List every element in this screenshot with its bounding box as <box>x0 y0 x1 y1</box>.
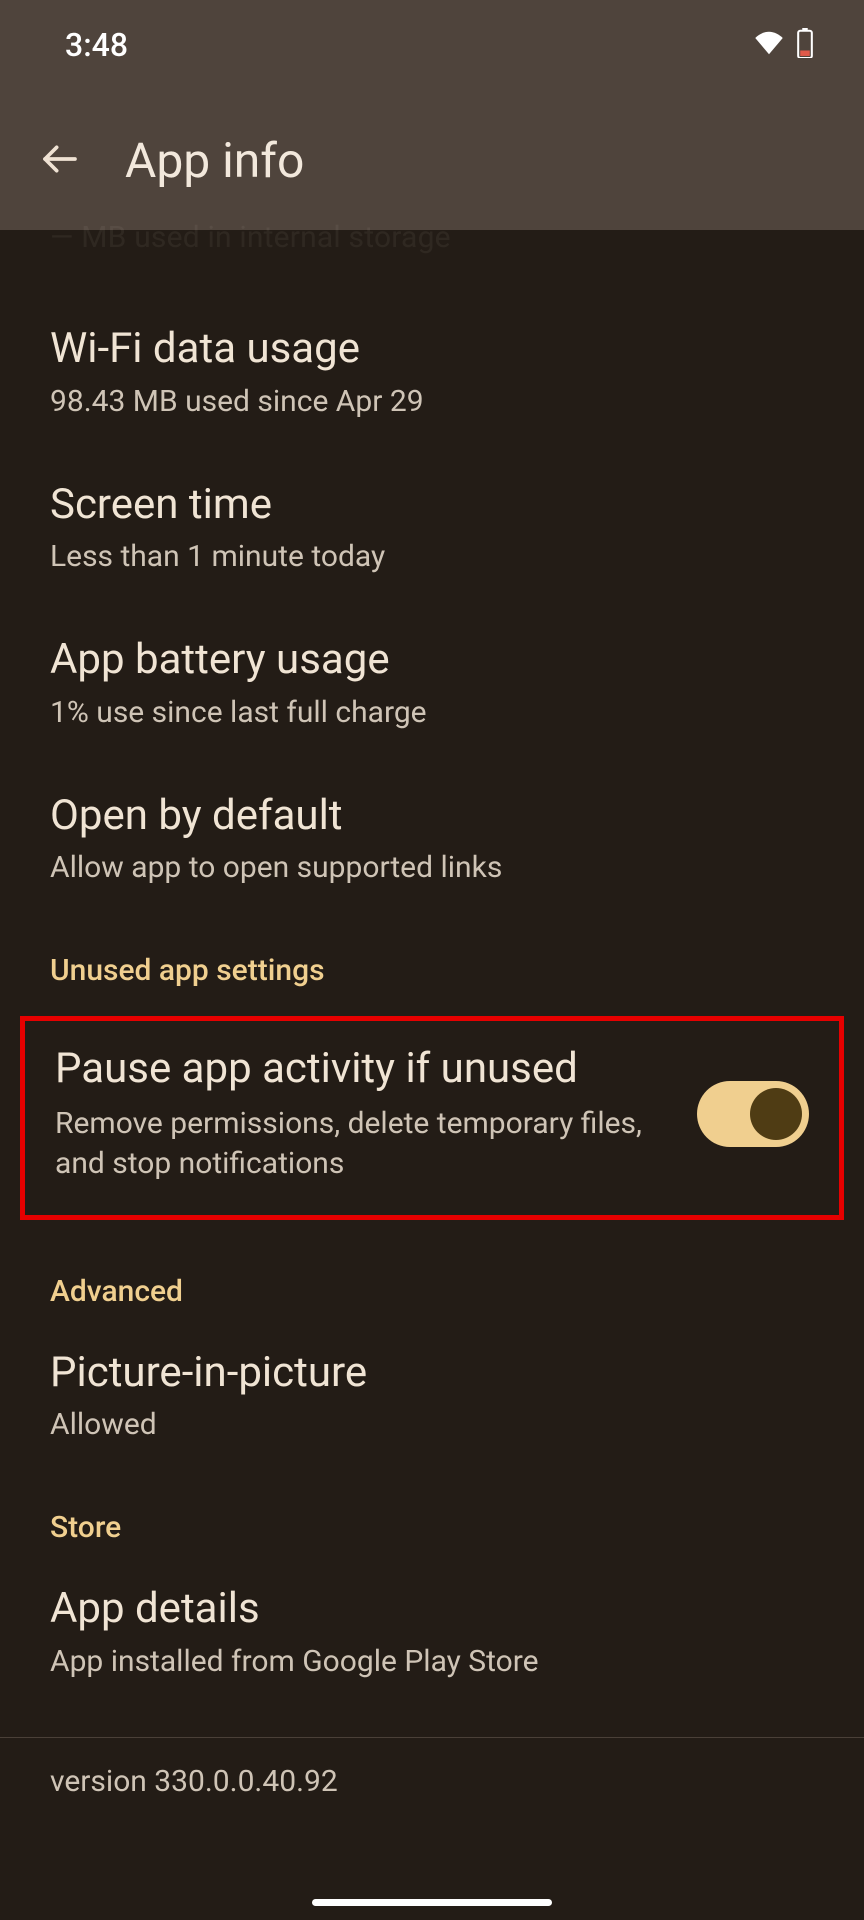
pause-app-activity-toggle[interactable] <box>697 1081 809 1147</box>
picture-in-picture-row[interactable]: Picture-in-picture Allowed <box>0 1319 864 1475</box>
wifi-data-usage-title: Wi-Fi data usage <box>50 323 814 376</box>
battery-usage-title: App battery usage <box>50 634 814 687</box>
status-icons <box>754 28 814 62</box>
open-by-default-sub: Allow app to open supported links <box>50 848 814 887</box>
app-bar: App info <box>0 90 864 230</box>
pause-app-activity-title: Pause app activity if unused <box>55 1043 667 1096</box>
section-advanced: Advanced <box>0 1238 864 1319</box>
pause-app-activity-row[interactable]: Pause app activity if unused Remove perm… <box>20 1016 844 1220</box>
app-details-row[interactable]: App details App installed from Google Pl… <box>0 1555 864 1711</box>
storage-sub-cutoff: — MB used in internal storage <box>50 220 814 255</box>
open-by-default-row[interactable]: Open by default Allow app to open suppor… <box>0 762 864 918</box>
open-by-default-title: Open by default <box>50 790 814 843</box>
section-unused-app-settings: Unused app settings <box>0 917 864 998</box>
settings-list: — MB used in internal storage Wi-Fi data… <box>0 230 864 1825</box>
status-time: 3:48 <box>65 26 128 64</box>
section-header-label: Store <box>50 1510 814 1545</box>
screen-time-sub: Less than 1 minute today <box>50 537 814 576</box>
picture-in-picture-title: Picture-in-picture <box>50 1347 814 1400</box>
status-bar: 3:48 <box>0 0 864 90</box>
section-header-label: Advanced <box>50 1274 814 1309</box>
page-title: App info <box>125 132 304 189</box>
app-details-sub: App installed from Google Play Store <box>50 1642 814 1681</box>
back-button[interactable] <box>40 139 80 182</box>
app-details-title: App details <box>50 1583 814 1636</box>
gesture-nav-indicator[interactable] <box>312 1899 552 1906</box>
section-header-label: Unused app settings <box>50 953 814 988</box>
version-row: version 330.0.0.40.92 <box>0 1738 864 1825</box>
section-store: Store <box>0 1474 864 1555</box>
storage-row-cutoff: — MB used in internal storage <box>0 220 864 285</box>
arrow-left-icon <box>40 139 80 182</box>
battery-low-icon <box>796 28 814 62</box>
battery-usage-sub: 1% use since last full charge <box>50 693 814 732</box>
pause-app-activity-sub: Remove permissions, delete temporary fil… <box>55 1104 667 1185</box>
wifi-data-usage-row[interactable]: Wi-Fi data usage 98.43 MB used since Apr… <box>0 295 864 451</box>
wifi-icon <box>754 31 784 59</box>
battery-usage-row[interactable]: App battery usage 1% use since last full… <box>0 606 864 762</box>
toggle-thumb <box>750 1088 802 1140</box>
version-text: version 330.0.0.40.92 <box>50 1764 814 1799</box>
picture-in-picture-sub: Allowed <box>50 1405 814 1444</box>
screen-time-row[interactable]: Screen time Less than 1 minute today <box>0 451 864 607</box>
screen-time-title: Screen time <box>50 479 814 532</box>
wifi-data-usage-sub: 98.43 MB used since Apr 29 <box>50 382 814 421</box>
pause-app-activity-text: Pause app activity if unused Remove perm… <box>55 1043 667 1185</box>
